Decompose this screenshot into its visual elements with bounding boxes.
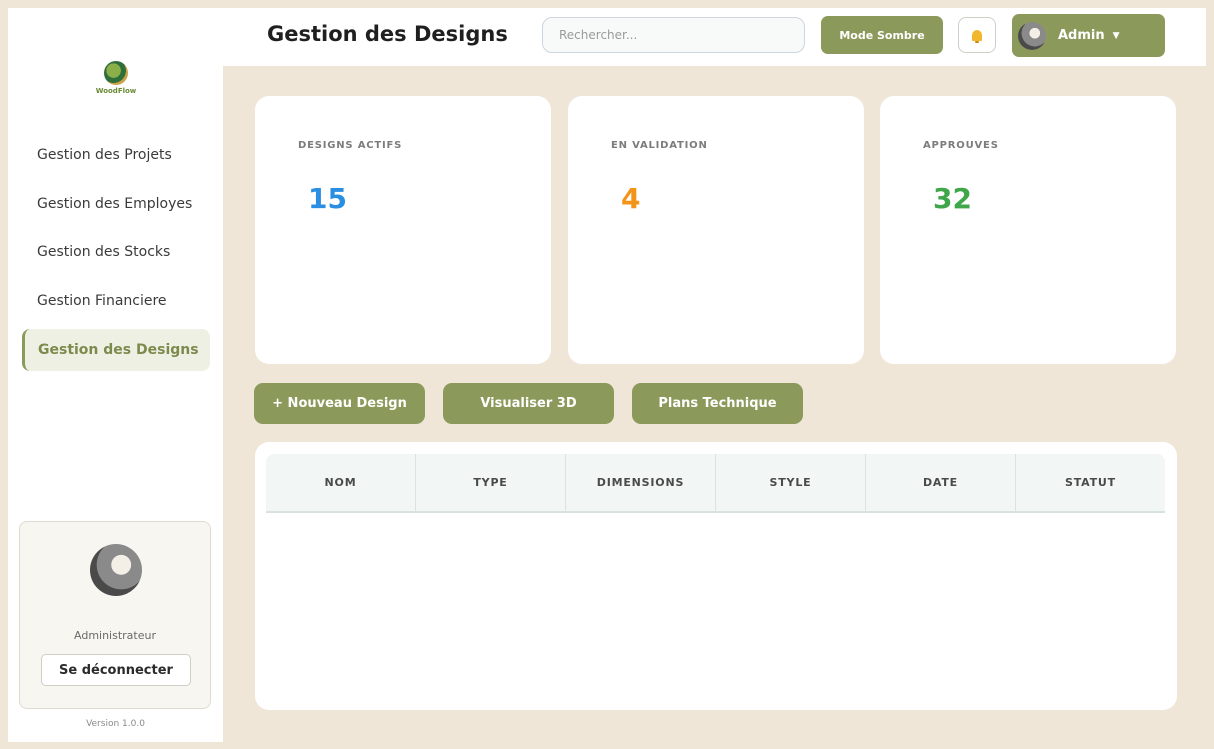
stat-label: APPROUVES [923,140,999,151]
column-header-date[interactable]: DATE [866,454,1016,511]
stat-label: EN VALIDATION [611,140,708,151]
sidebar-item-label: Gestion des Designs [38,342,199,358]
sidebar-item-label: Gestion des Stocks [37,244,171,260]
logo-text: WoodFlow [95,87,137,95]
app-version: Version 1.0.0 [86,719,145,729]
column-header-statut[interactable]: STATUT [1016,454,1165,511]
logo-icon [104,61,128,85]
woodflow-logo[interactable]: WoodFlow [90,61,142,95]
bell-icon [972,29,982,43]
avatar [90,544,142,596]
sidebar-item-label: Gestion des Projets [37,147,172,163]
sidebar-item-financiere[interactable]: Gestion Financiere [22,280,210,322]
table-header: NOM TYPE DIMENSIONS STYLE DATE STATUT [266,454,1165,513]
column-header-nom[interactable]: NOM [266,454,416,511]
sidebar-item-projets[interactable]: Gestion des Projets [22,134,210,176]
stat-card-designs-actifs: DESIGNS ACTIFS 15 [255,96,551,364]
avatar [1018,21,1046,50]
visualize-3d-button[interactable]: Visualiser 3D [443,383,614,424]
user-role: Administrateur [74,629,156,642]
column-header-dimensions[interactable]: DIMENSIONS [566,454,716,511]
search-input[interactable] [542,17,805,53]
page-title: Gestion des Designs [267,22,508,46]
sidebar-item-designs[interactable]: Gestion des Designs [22,329,210,371]
stat-card-approuves: APPROUVES 32 [880,96,1176,364]
stat-value: 15 [308,182,347,215]
sidebar-item-label: Gestion Financiere [37,293,167,309]
logout-button[interactable]: Se déconnecter [41,654,191,686]
column-header-type[interactable]: TYPE [416,454,566,511]
new-design-button[interactable]: + Nouveau Design [254,383,425,424]
designs-table: NOM TYPE DIMENSIONS STYLE DATE STATUT [255,442,1177,710]
user-card: Administrateur Se déconnecter [19,521,211,709]
sidebar-item-stocks[interactable]: Gestion des Stocks [22,231,210,273]
top-header: Gestion des Designs Mode Sombre Admin ▼ [223,8,1206,66]
chevron-down-icon: ▼ [1112,30,1120,41]
sidebar: WoodFlow Gestion des Projets Gestion des… [8,8,223,742]
column-header-style[interactable]: STYLE [716,454,866,511]
admin-menu-button[interactable]: Admin ▼ [1012,14,1165,57]
stat-value: 4 [621,182,641,215]
sidebar-item-employes[interactable]: Gestion des Employes [22,183,210,225]
technical-plans-button[interactable]: Plans Technique [632,383,803,424]
stat-value: 32 [933,182,972,215]
stat-label: DESIGNS ACTIFS [298,140,403,151]
admin-label: Admin [1058,28,1105,43]
sidebar-item-label: Gestion des Employes [37,196,193,212]
dark-mode-button[interactable]: Mode Sombre [821,16,943,54]
notifications-button[interactable] [958,17,996,53]
stat-card-en-validation: EN VALIDATION 4 [568,96,864,364]
